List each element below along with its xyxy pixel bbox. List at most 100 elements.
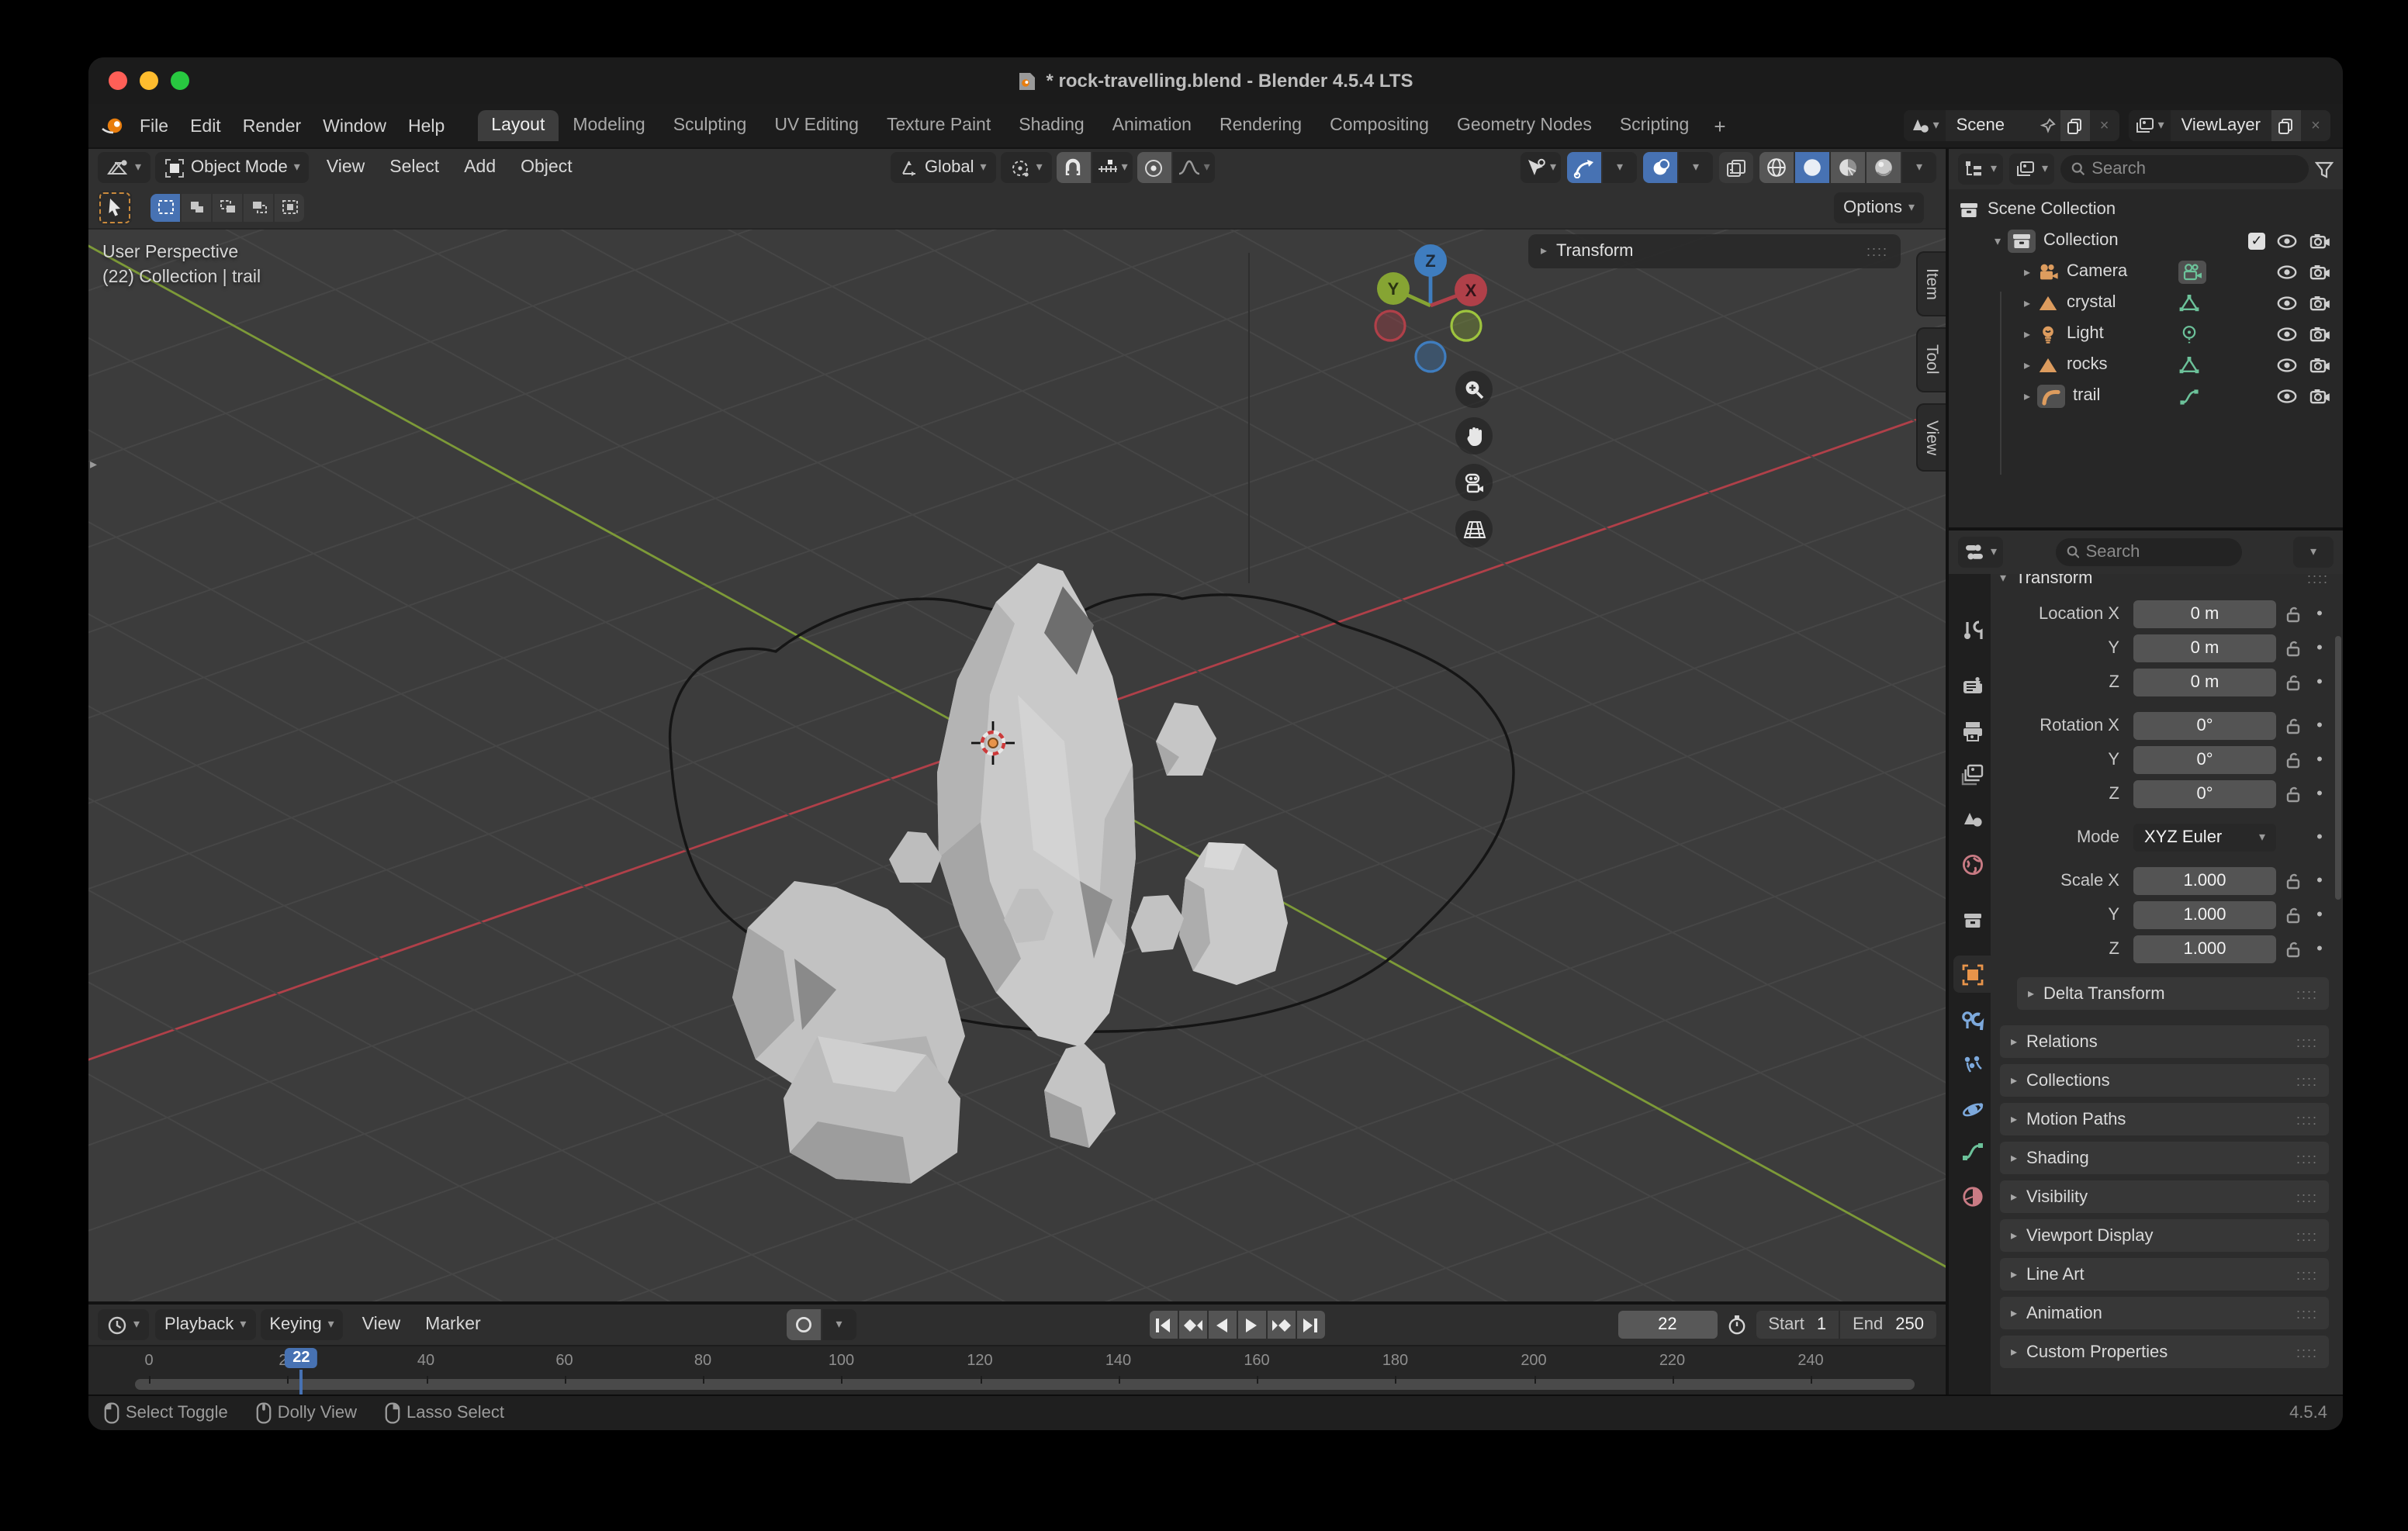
filter-icon[interactable] xyxy=(2315,161,2334,178)
select-subtract-mode-button[interactable] xyxy=(213,193,242,221)
outliner-item-rocks[interactable]: ▸rocks xyxy=(1949,349,2343,380)
animate-property-dot[interactable]: • xyxy=(2310,605,2329,624)
properties-tab-collection[interactable] xyxy=(1953,901,1991,938)
auto-keying-toggle[interactable] xyxy=(787,1309,821,1340)
workspace-tab-uv-editing[interactable]: UV Editing xyxy=(760,110,873,141)
item-name[interactable]: Scene Collection xyxy=(1988,200,2116,219)
animate-property-dot[interactable]: • xyxy=(2310,828,2329,847)
hide-in-viewport-toggle[interactable] xyxy=(2276,323,2298,344)
snap-settings-dropdown[interactable]: ▾ xyxy=(1092,152,1133,183)
sidebar-tab-tool[interactable]: Tool xyxy=(1916,328,1946,392)
menu-help[interactable]: Help xyxy=(397,113,455,141)
show-gizmo-dropdown[interactable]: ▾ xyxy=(1521,152,1561,183)
workspace-tab-layout[interactable]: Layout xyxy=(477,110,559,141)
remove-view-layer-button[interactable]: × xyxy=(2301,110,2330,141)
panel-collections[interactable]: ▸Collections:::: xyxy=(2000,1064,2329,1097)
unlink-scene-button[interactable]: × xyxy=(2090,110,2119,141)
scene-type-dropdown[interactable]: ▾ xyxy=(1904,110,1946,141)
panel-drag-dots[interactable]: :::: xyxy=(2296,1267,2318,1282)
curve-icon[interactable] xyxy=(2037,384,2065,407)
workspace-tab-geometry-nodes[interactable]: Geometry Nodes xyxy=(1443,110,1606,141)
lock-icon[interactable] xyxy=(2276,785,2310,804)
light-data-icon[interactable] xyxy=(2178,323,2200,344)
outliner-item-scene-collection[interactable]: Scene Collection xyxy=(1949,194,2343,225)
use-preview-range-icon[interactable] xyxy=(1726,1314,1746,1336)
view-layer-name-field[interactable]: ViewLayer xyxy=(2171,116,2271,135)
toggle-orthographic-button[interactable] xyxy=(1455,510,1493,548)
workspace-tab-compositing[interactable]: Compositing xyxy=(1316,110,1443,141)
properties-search-input[interactable] xyxy=(2086,543,2230,562)
disclosure-icon[interactable]: ▸ xyxy=(2017,295,2037,309)
lock-icon[interactable] xyxy=(2276,906,2310,924)
animate-property-dot[interactable]: • xyxy=(2310,906,2329,924)
viewport-menu-object[interactable]: Object xyxy=(508,158,585,177)
hide-in-viewport-toggle[interactable] xyxy=(2276,354,2298,375)
panel-animation[interactable]: ▸Animation:::: xyxy=(2000,1297,2329,1329)
menu-render[interactable]: Render xyxy=(232,113,312,141)
overlays-dropdown[interactable]: ▾ xyxy=(1679,152,1713,183)
panel-drag-dots[interactable]: :::: xyxy=(2296,1305,2318,1321)
solid-shading-button[interactable] xyxy=(1795,152,1829,183)
viewport-menu-add[interactable]: Add xyxy=(452,158,508,177)
properties-tab-particles[interactable] xyxy=(1953,1045,1991,1083)
timeline-ruler[interactable]: 02040608010012014016018020022024022 xyxy=(88,1345,1946,1394)
workspace-tab-scripting[interactable]: Scripting xyxy=(1606,110,1704,141)
animate-property-dot[interactable]: • xyxy=(2310,639,2329,658)
transform-panel-header[interactable]: ▸ Transform :::: xyxy=(1528,234,1901,268)
sidebar-tab-item[interactable]: Item xyxy=(1916,251,1946,317)
disclosure-icon[interactable]: ▾ xyxy=(1988,233,2008,247)
select-set-mode-button[interactable] xyxy=(150,193,180,221)
disable-in-renders-toggle[interactable] xyxy=(2309,385,2330,406)
hide-in-viewport-toggle[interactable] xyxy=(2276,230,2298,251)
lock-icon[interactable] xyxy=(2276,940,2310,959)
properties-tab-tool[interactable] xyxy=(1953,611,1991,648)
overlays-toggle-button[interactable] xyxy=(1643,152,1677,183)
pin-scene-icon[interactable] xyxy=(2036,118,2060,133)
sidebar-tab-view[interactable]: View xyxy=(1916,403,1946,472)
properties-search[interactable] xyxy=(2055,538,2241,566)
jump-to-end-button[interactable] xyxy=(1296,1311,1324,1339)
property-value-field[interactable]: 1.000 xyxy=(2133,935,2276,963)
panel-delta-transform[interactable]: ▸Delta Transform:::: xyxy=(2017,977,2329,1010)
gizmos-dropdown[interactable]: ▾ xyxy=(1603,152,1637,183)
property-value-field[interactable]: 0° xyxy=(2133,746,2276,774)
workspace-tab-texture-paint[interactable]: Texture Paint xyxy=(873,110,1005,141)
mode-dropdown[interactable]: Object Mode ▾ xyxy=(155,152,310,183)
item-name[interactable]: rocks xyxy=(2067,355,2108,374)
properties-tab-modifiers[interactable] xyxy=(1953,1002,1991,1039)
play-button[interactable] xyxy=(1237,1311,1265,1339)
property-value-field[interactable]: 0° xyxy=(2133,712,2276,740)
close-window-button[interactable] xyxy=(109,71,127,90)
timeline-editor-type-dropdown[interactable]: ▾ xyxy=(98,1309,149,1340)
camera-view-button[interactable] xyxy=(1455,464,1493,501)
workspace-tab-shading[interactable]: Shading xyxy=(1005,110,1098,141)
properties-tab-scene[interactable] xyxy=(1953,800,1991,838)
lock-icon[interactable] xyxy=(2276,751,2310,769)
lock-icon[interactable] xyxy=(2276,872,2310,890)
animate-property-dot[interactable]: • xyxy=(2310,717,2329,735)
gizmos-toggle-button[interactable] xyxy=(1567,152,1601,183)
timeline-scrollbar[interactable] xyxy=(135,1379,1915,1390)
panel-drag-dots[interactable]: :::: xyxy=(2307,574,2329,586)
playhead-line[interactable] xyxy=(299,1370,303,1394)
auto-keying-dropdown[interactable]: ▾ xyxy=(822,1309,856,1340)
item-name[interactable]: Collection xyxy=(2043,231,2119,250)
properties-tab-physics[interactable] xyxy=(1953,1090,1991,1128)
camera-icon[interactable] xyxy=(2037,261,2059,282)
property-value-field[interactable]: 0 m xyxy=(2133,600,2276,628)
disable-in-renders-toggle[interactable] xyxy=(2309,354,2330,375)
timeline-menu-marker[interactable]: Marker xyxy=(413,1315,493,1334)
panel-drag-dots[interactable]: :::: xyxy=(2296,1150,2318,1166)
outliner-item-camera[interactable]: ▸Camera xyxy=(1949,256,2343,287)
workspace-tab-animation[interactable]: Animation xyxy=(1098,110,1206,141)
jump-to-start-button[interactable] xyxy=(1149,1311,1177,1339)
new-view-layer-button[interactable] xyxy=(2271,110,2301,141)
item-name[interactable]: trail xyxy=(2073,386,2100,405)
panel-motion-paths[interactable]: ▸Motion Paths:::: xyxy=(2000,1103,2329,1135)
collection-checkbox[interactable]: ✓ xyxy=(2248,232,2265,249)
properties-tab-object[interactable] xyxy=(1953,956,1991,993)
transform-orientation-dropdown[interactable]: Global ▾ xyxy=(891,152,996,183)
outliner-search[interactable] xyxy=(2060,155,2309,183)
panel-relations[interactable]: ▸Relations:::: xyxy=(2000,1025,2329,1058)
property-value-field[interactable]: 1.000 xyxy=(2133,867,2276,895)
